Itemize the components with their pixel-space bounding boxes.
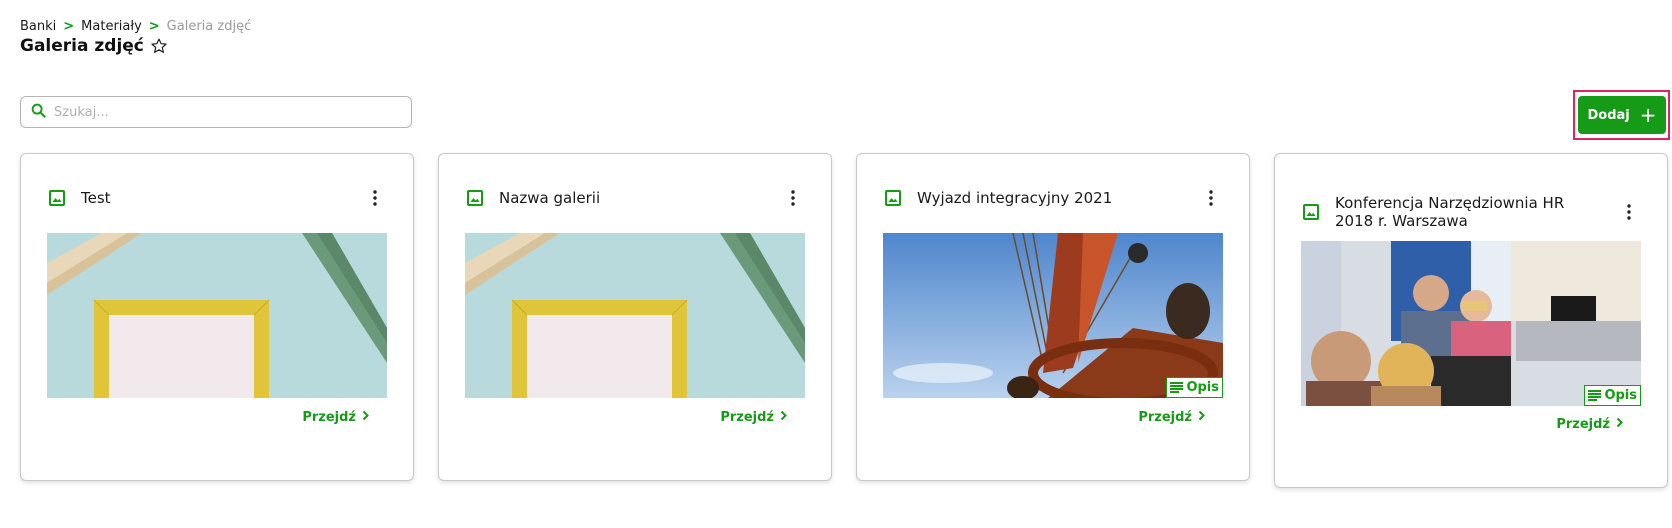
- description-badge-label: Opis: [1186, 380, 1219, 395]
- card-header: Test: [49, 188, 385, 208]
- breadcrumb-current: Galeria zdjęć: [166, 19, 252, 34]
- gallery-icon: [49, 190, 65, 206]
- go-link[interactable]: Przejdź: [1138, 410, 1205, 425]
- chevron-right-icon: [1616, 417, 1623, 432]
- search-box: [20, 96, 412, 128]
- card-title[interactable]: Test: [81, 189, 365, 207]
- gallery-card: Konferencja Narzędziownia HR 2018 r. War…: [1274, 153, 1668, 488]
- add-button[interactable]: Dodaj +: [1578, 96, 1666, 134]
- chevron-right-icon: [1198, 410, 1205, 425]
- go-link-label: Przejdź: [1138, 410, 1192, 425]
- go-link-label: Przejdź: [720, 410, 774, 425]
- plus-icon: +: [1639, 103, 1657, 127]
- card-header: Wyjazd integracyjny 2021: [885, 188, 1221, 208]
- text-lines-icon: [1170, 382, 1184, 393]
- more-options-icon[interactable]: [1619, 202, 1639, 222]
- gallery-icon: [467, 190, 483, 206]
- breadcrumb-item-materialy[interactable]: Materiały: [81, 19, 142, 34]
- description-badge-label: Opis: [1604, 388, 1637, 403]
- card-header: Nazwa galerii: [467, 188, 803, 208]
- chevron-right-icon: [780, 410, 787, 425]
- gallery-card: Nazwa galerii Przejdź: [438, 153, 832, 481]
- go-link[interactable]: Przejdź: [720, 410, 787, 425]
- search-input[interactable]: [52, 103, 386, 121]
- page-header: Galeria zdjęć: [20, 36, 168, 56]
- add-button-label: Dodaj: [1587, 107, 1630, 123]
- description-badge[interactable]: Opis: [1166, 377, 1223, 398]
- go-link[interactable]: Przejdź: [302, 410, 369, 425]
- gallery-icon: [1303, 204, 1319, 220]
- text-lines-icon: [1588, 390, 1602, 401]
- gallery-thumbnail[interactable]: Opis: [883, 233, 1223, 398]
- page-title: Galeria zdjęć: [20, 36, 144, 56]
- gallery-card: Wyjazd integracyjny 2021 Opis Przejdź: [856, 153, 1250, 481]
- more-options-icon[interactable]: [1201, 188, 1221, 208]
- gallery-icon: [885, 190, 901, 206]
- card-title[interactable]: Konferencja Narzędziownia HR 2018 r. War…: [1335, 194, 1619, 230]
- breadcrumb-separator: >: [148, 19, 160, 34]
- breadcrumb: Banki > Materiały > Galeria zdjęć: [20, 19, 251, 34]
- go-link-label: Przejdź: [1556, 417, 1610, 432]
- breadcrumb-separator: >: [63, 19, 75, 34]
- go-link[interactable]: Przejdź: [1556, 417, 1623, 432]
- card-title[interactable]: Nazwa galerii: [499, 189, 783, 207]
- more-options-icon[interactable]: [783, 188, 803, 208]
- gallery-thumbnail[interactable]: Opis: [1301, 241, 1641, 406]
- breadcrumb-item-banki[interactable]: Banki: [20, 19, 56, 34]
- more-options-icon[interactable]: [365, 188, 385, 208]
- gallery-thumbnail[interactable]: [47, 233, 387, 398]
- gallery-thumbnail[interactable]: [465, 233, 805, 398]
- card-header: Konferencja Narzędziownia HR 2018 r. War…: [1303, 194, 1639, 230]
- star-icon[interactable]: [150, 37, 168, 55]
- search-icon: [31, 103, 46, 122]
- go-link-label: Przejdź: [302, 410, 356, 425]
- gallery-card: Test Przejdź: [20, 153, 414, 481]
- description-badge[interactable]: Opis: [1584, 385, 1641, 406]
- card-title[interactable]: Wyjazd integracyjny 2021: [917, 189, 1201, 207]
- chevron-right-icon: [362, 410, 369, 425]
